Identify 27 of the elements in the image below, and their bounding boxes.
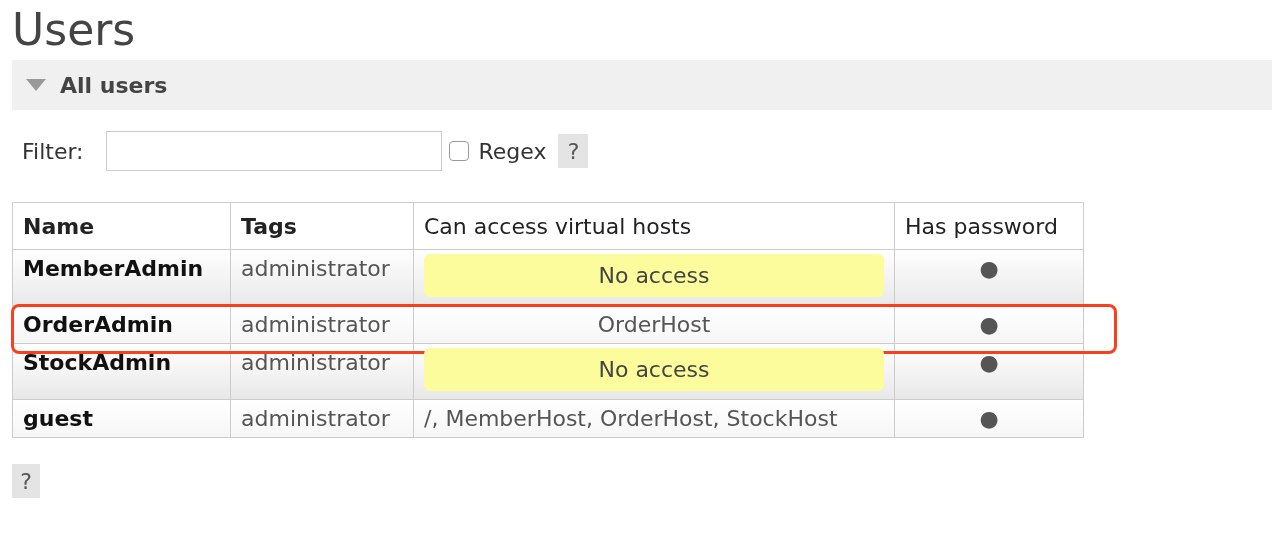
table-cell: guest (12, 399, 231, 438)
table-cell: ● (894, 343, 1084, 400)
collapse-triangle-icon (26, 79, 46, 91)
page-title: Users (12, 3, 137, 57)
section-title: All users (60, 72, 168, 98)
regex-checkbox[interactable] (448, 141, 469, 161)
table-cell: administrator (230, 343, 414, 400)
table-cell: /, MemberHost, OrderHost, StockHost (413, 399, 895, 438)
table-cell: MemberAdmin (12, 249, 231, 306)
table-cell: administrator (230, 305, 414, 344)
regex-label: Regex (478, 138, 547, 164)
help-button[interactable]: ? (558, 134, 589, 168)
no-access-badge: No access (424, 348, 884, 391)
table-cell: ● (894, 399, 1084, 438)
column-header: Name (12, 202, 231, 250)
table-cell: ● (894, 305, 1084, 344)
filter-field[interactable] (105, 131, 442, 171)
table-cell: administrator (230, 399, 414, 438)
column-header: Can access virtual hosts (413, 202, 895, 250)
no-access-badge: No access (424, 254, 884, 297)
section-header[interactable]: All users (12, 60, 1272, 110)
filter-label: Filter: (22, 138, 84, 164)
column-header: Has password (894, 202, 1084, 250)
help-button[interactable]: ? (12, 464, 40, 498)
column-header: Tags (230, 202, 414, 250)
table-cell: OrderHost (413, 305, 895, 344)
table-cell: StockAdmin (12, 343, 231, 400)
